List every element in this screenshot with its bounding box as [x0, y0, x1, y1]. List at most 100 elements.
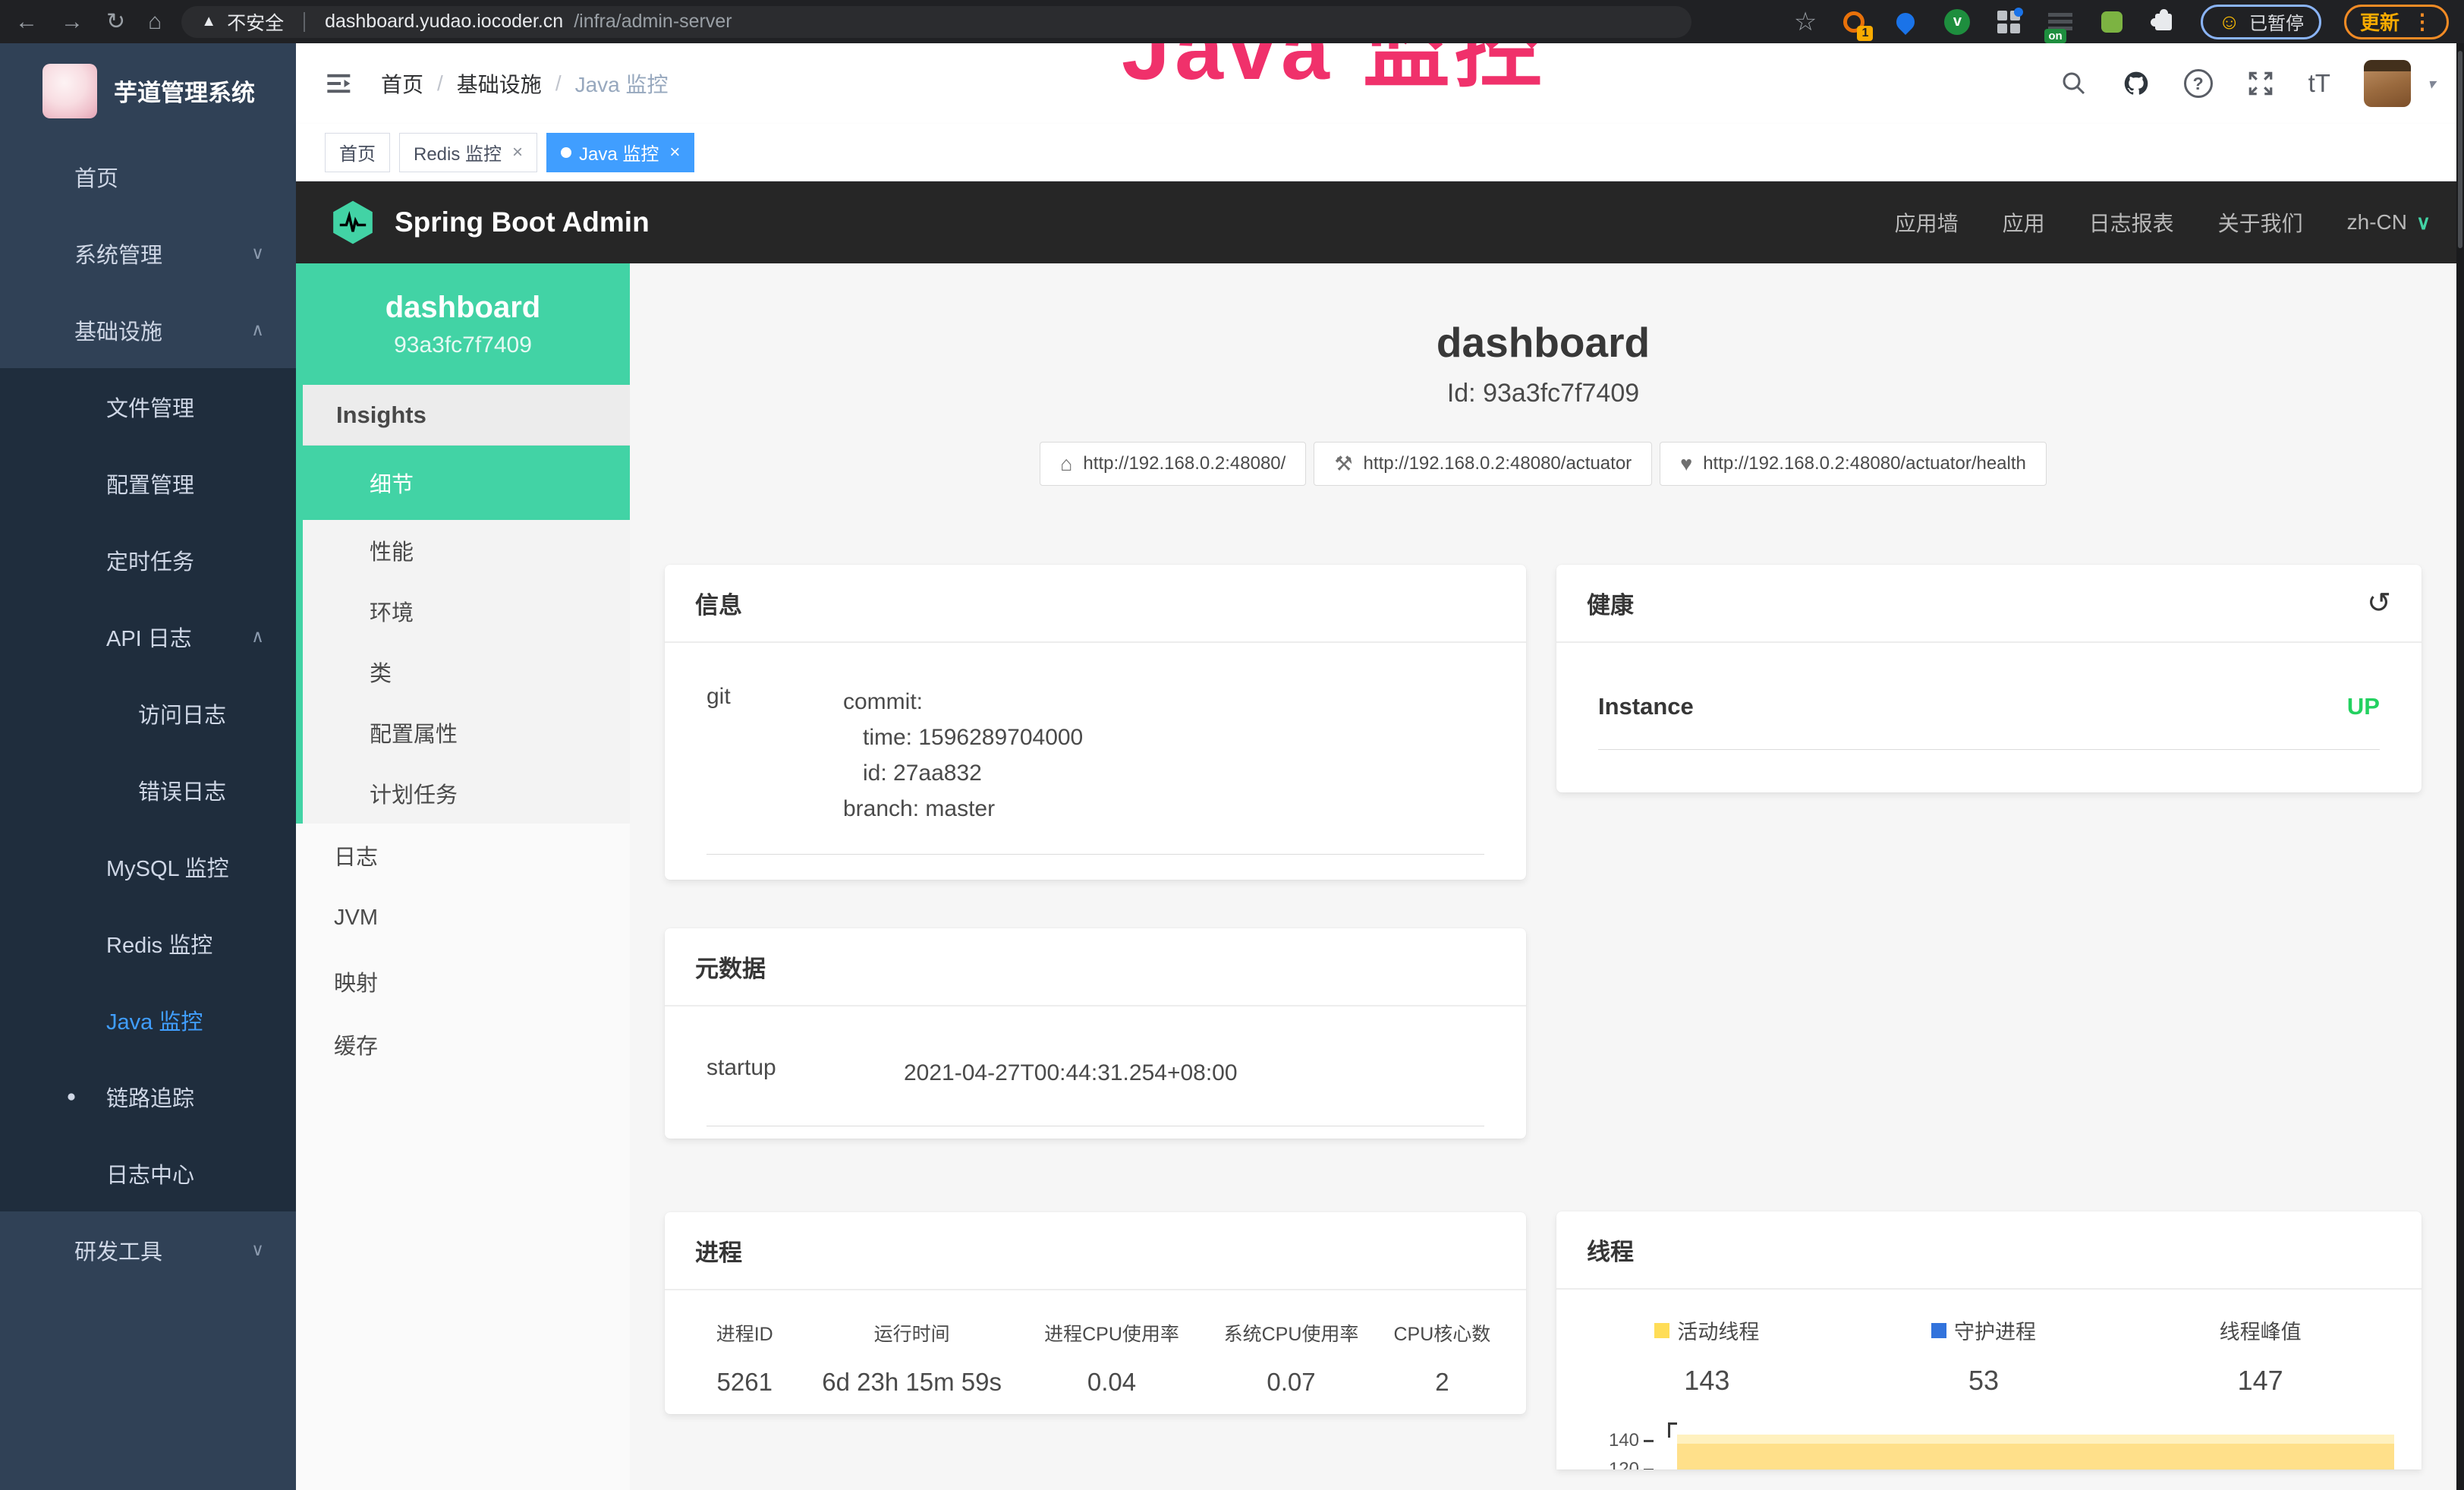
- sidebar-submenu-infra: 文件管理 配置管理 定时任务 API 日志 ∧: [0, 368, 296, 1211]
- back-icon[interactable]: ←: [15, 11, 38, 33]
- monitor-icon: [59, 1008, 83, 1032]
- sba-instance-header[interactable]: dashboard 93a3fc7f7409: [296, 263, 630, 385]
- metadata-key: startup: [706, 1055, 904, 1091]
- extension-icon-leaf[interactable]: [2097, 8, 2126, 36]
- health-card: 健康 ↺ Instance UP: [1556, 565, 2422, 792]
- sba-root-items: 日志 JVM 映射 缓存: [296, 824, 630, 1076]
- sba-item-configprops[interactable]: 配置属性: [303, 702, 630, 763]
- sba-link-journal[interactable]: 日志报表: [2089, 207, 2174, 238]
- process-value-cpu-cores: 2: [1381, 1368, 1503, 1397]
- health-row-instance[interactable]: Instance UP: [1598, 666, 2380, 750]
- profile-paused-badge[interactable]: ☺ 已暂停: [2201, 5, 2321, 39]
- chevron-up-icon: ∧: [251, 626, 264, 647]
- sba-link-wallboard[interactable]: 应用墙: [1895, 207, 1959, 238]
- metadata-row-startup: startup 2021-04-27T00:44:31.254+08:00: [706, 1029, 1484, 1126]
- sidebar-item-redis[interactable]: Redis 监控: [0, 905, 296, 981]
- extension-badge: 1: [1857, 26, 1873, 41]
- user-avatar[interactable]: [2364, 60, 2411, 107]
- extensions-puzzle-icon[interactable]: [2149, 8, 2178, 36]
- legend-swatch-blue: [1931, 1323, 1946, 1338]
- home-icon[interactable]: ⌂: [148, 11, 162, 33]
- sidebar-item-api-log[interactable]: API 日志 ∧: [0, 598, 296, 675]
- close-icon[interactable]: ×: [512, 142, 523, 163]
- database-icon: [59, 931, 83, 956]
- sba-link-applications[interactable]: 应用: [2003, 207, 2045, 238]
- chevron-down-icon[interactable]: ▾: [2428, 74, 2435, 93]
- font-size-icon[interactable]: tT: [2308, 69, 2330, 98]
- sba-link-about[interactable]: 关于我们: [2218, 207, 2303, 238]
- sba-item-details[interactable]: 细节: [303, 446, 630, 520]
- sidebar-item-devtools[interactable]: 研发工具 ∨: [0, 1211, 296, 1288]
- sba-item-jvm[interactable]: JVM: [296, 887, 630, 950]
- extension-icon-list[interactable]: on: [2046, 8, 2075, 36]
- tags-view: 首页 Redis 监控 × Java 监控 ×: [296, 124, 2464, 181]
- extension-on-badge: on: [2044, 29, 2066, 43]
- tab-home[interactable]: 首页: [325, 133, 390, 172]
- omnibox-divider: [304, 12, 305, 32]
- extension-icon-v[interactable]: v: [1943, 8, 1972, 36]
- eye-icon: [59, 1085, 83, 1109]
- close-icon[interactable]: ×: [669, 142, 680, 163]
- sba-item-logs[interactable]: 日志: [296, 824, 630, 887]
- extension-icon-pin[interactable]: [1891, 8, 1920, 36]
- endpoint-health-link[interactable]: ♥ http://192.168.0.2:48080/actuator/heal…: [1660, 442, 2047, 486]
- health-card-title: 健康: [1587, 586, 1634, 620]
- chevron-down-icon: ∨: [251, 1240, 264, 1260]
- reload-icon[interactable]: ↻: [106, 11, 125, 33]
- sba-item-environment[interactable]: 环境: [303, 581, 630, 641]
- breadcrumb-separator: /: [437, 71, 443, 96]
- sidebar-item-config-manage[interactable]: 配置管理: [0, 445, 296, 521]
- sba-item-caches[interactable]: 缓存: [296, 1013, 630, 1076]
- scrollbar[interactable]: [2456, 43, 2464, 1490]
- sba-item-mappings[interactable]: 映射: [296, 950, 630, 1013]
- address-bar[interactable]: ▲ 不安全 dashboard.yudao.iocoder.cn/infra/a…: [181, 6, 1691, 38]
- tab-redis-monitor[interactable]: Redis 监控 ×: [399, 133, 537, 172]
- sidebar-item-access-log[interactable]: 访问日志: [0, 675, 296, 751]
- sidebar-item-system[interactable]: 系统管理 ∨: [0, 215, 296, 291]
- sidebar-item-error-log[interactable]: 错误日志: [0, 751, 296, 828]
- sidebar-item-mysql[interactable]: MySQL 监控: [0, 828, 296, 905]
- github-icon[interactable]: [2122, 69, 2151, 98]
- sidebar-item-infra[interactable]: 基础设施 ∧: [0, 291, 296, 368]
- app-logo[interactable]: 芋道管理系统: [0, 43, 296, 138]
- browser-menu-icon[interactable]: ⋮: [2412, 9, 2433, 34]
- browser-nav-buttons: ← → ↻ ⌂: [15, 11, 162, 33]
- process-card-title: 进程: [695, 1233, 742, 1268]
- fullscreen-icon[interactable]: [2246, 69, 2275, 98]
- history-icon[interactable]: ↺: [2367, 589, 2391, 618]
- browser-update-button[interactable]: 更新 ⋮: [2344, 5, 2449, 39]
- sidebar-item-java-monitor[interactable]: Java 监控: [0, 981, 296, 1058]
- threads-chart: 140 120 100: [1569, 1429, 2399, 1470]
- wrench-icon: ⚒: [1334, 452, 1352, 476]
- forward-icon[interactable]: →: [61, 11, 83, 33]
- search-icon[interactable]: [2060, 69, 2088, 98]
- sba-item-classes[interactable]: 类: [303, 641, 630, 702]
- chevron-up-icon: ∧: [251, 320, 264, 340]
- info-key: git: [706, 684, 843, 827]
- breadcrumb-current: Java 监控: [575, 68, 669, 99]
- sidebar-item-tracing[interactable]: 链路追踪: [0, 1058, 296, 1135]
- sidebar-item-scheduled-job[interactable]: 定时任务: [0, 521, 296, 598]
- breadcrumb-infra[interactable]: 基础设施: [457, 68, 542, 99]
- y-axis-line: [1668, 1422, 1677, 1438]
- screen: ← → ↻ ⌂ ▲ 不安全 dashboard.yudao.iocoder.cn…: [0, 0, 2464, 1490]
- sba-brand[interactable]: Spring Boot Admin: [395, 206, 650, 238]
- endpoint-home-link[interactable]: ⌂ http://192.168.0.2:48080/: [1040, 442, 1306, 486]
- sba-item-metrics[interactable]: 性能: [303, 520, 630, 581]
- breadcrumb: 首页 / 基础设施 / Java 监控: [381, 68, 669, 99]
- sba-item-scheduled-tasks[interactable]: 计划任务: [303, 763, 630, 824]
- endpoint-actuator-link[interactable]: ⚒ http://192.168.0.2:48080/actuator: [1314, 442, 1652, 486]
- extension-icon-grid[interactable]: [1994, 8, 2023, 36]
- bookmark-star-icon[interactable]: ☆: [1794, 9, 1817, 35]
- help-icon[interactable]: ?: [2184, 69, 2213, 98]
- tab-java-monitor[interactable]: Java 监控 ×: [546, 133, 694, 172]
- hamburger-icon[interactable]: [325, 68, 355, 99]
- metadata-card: 元数据 startup 2021-04-27T00:44:31.254+08:0…: [665, 928, 1526, 1139]
- sidebar-item-log-center[interactable]: 日志中心: [0, 1135, 296, 1211]
- sidebar-item-home[interactable]: 首页: [0, 138, 296, 215]
- sba-locale-select[interactable]: zh-CN ∨: [2347, 210, 2431, 235]
- extension-icon-refresh[interactable]: 1: [1839, 8, 1868, 36]
- breadcrumb-home[interactable]: 首页: [381, 68, 423, 99]
- sidebar-item-file-manage[interactable]: 文件管理: [0, 368, 296, 445]
- metadata-card-title: 元数据: [695, 950, 766, 984]
